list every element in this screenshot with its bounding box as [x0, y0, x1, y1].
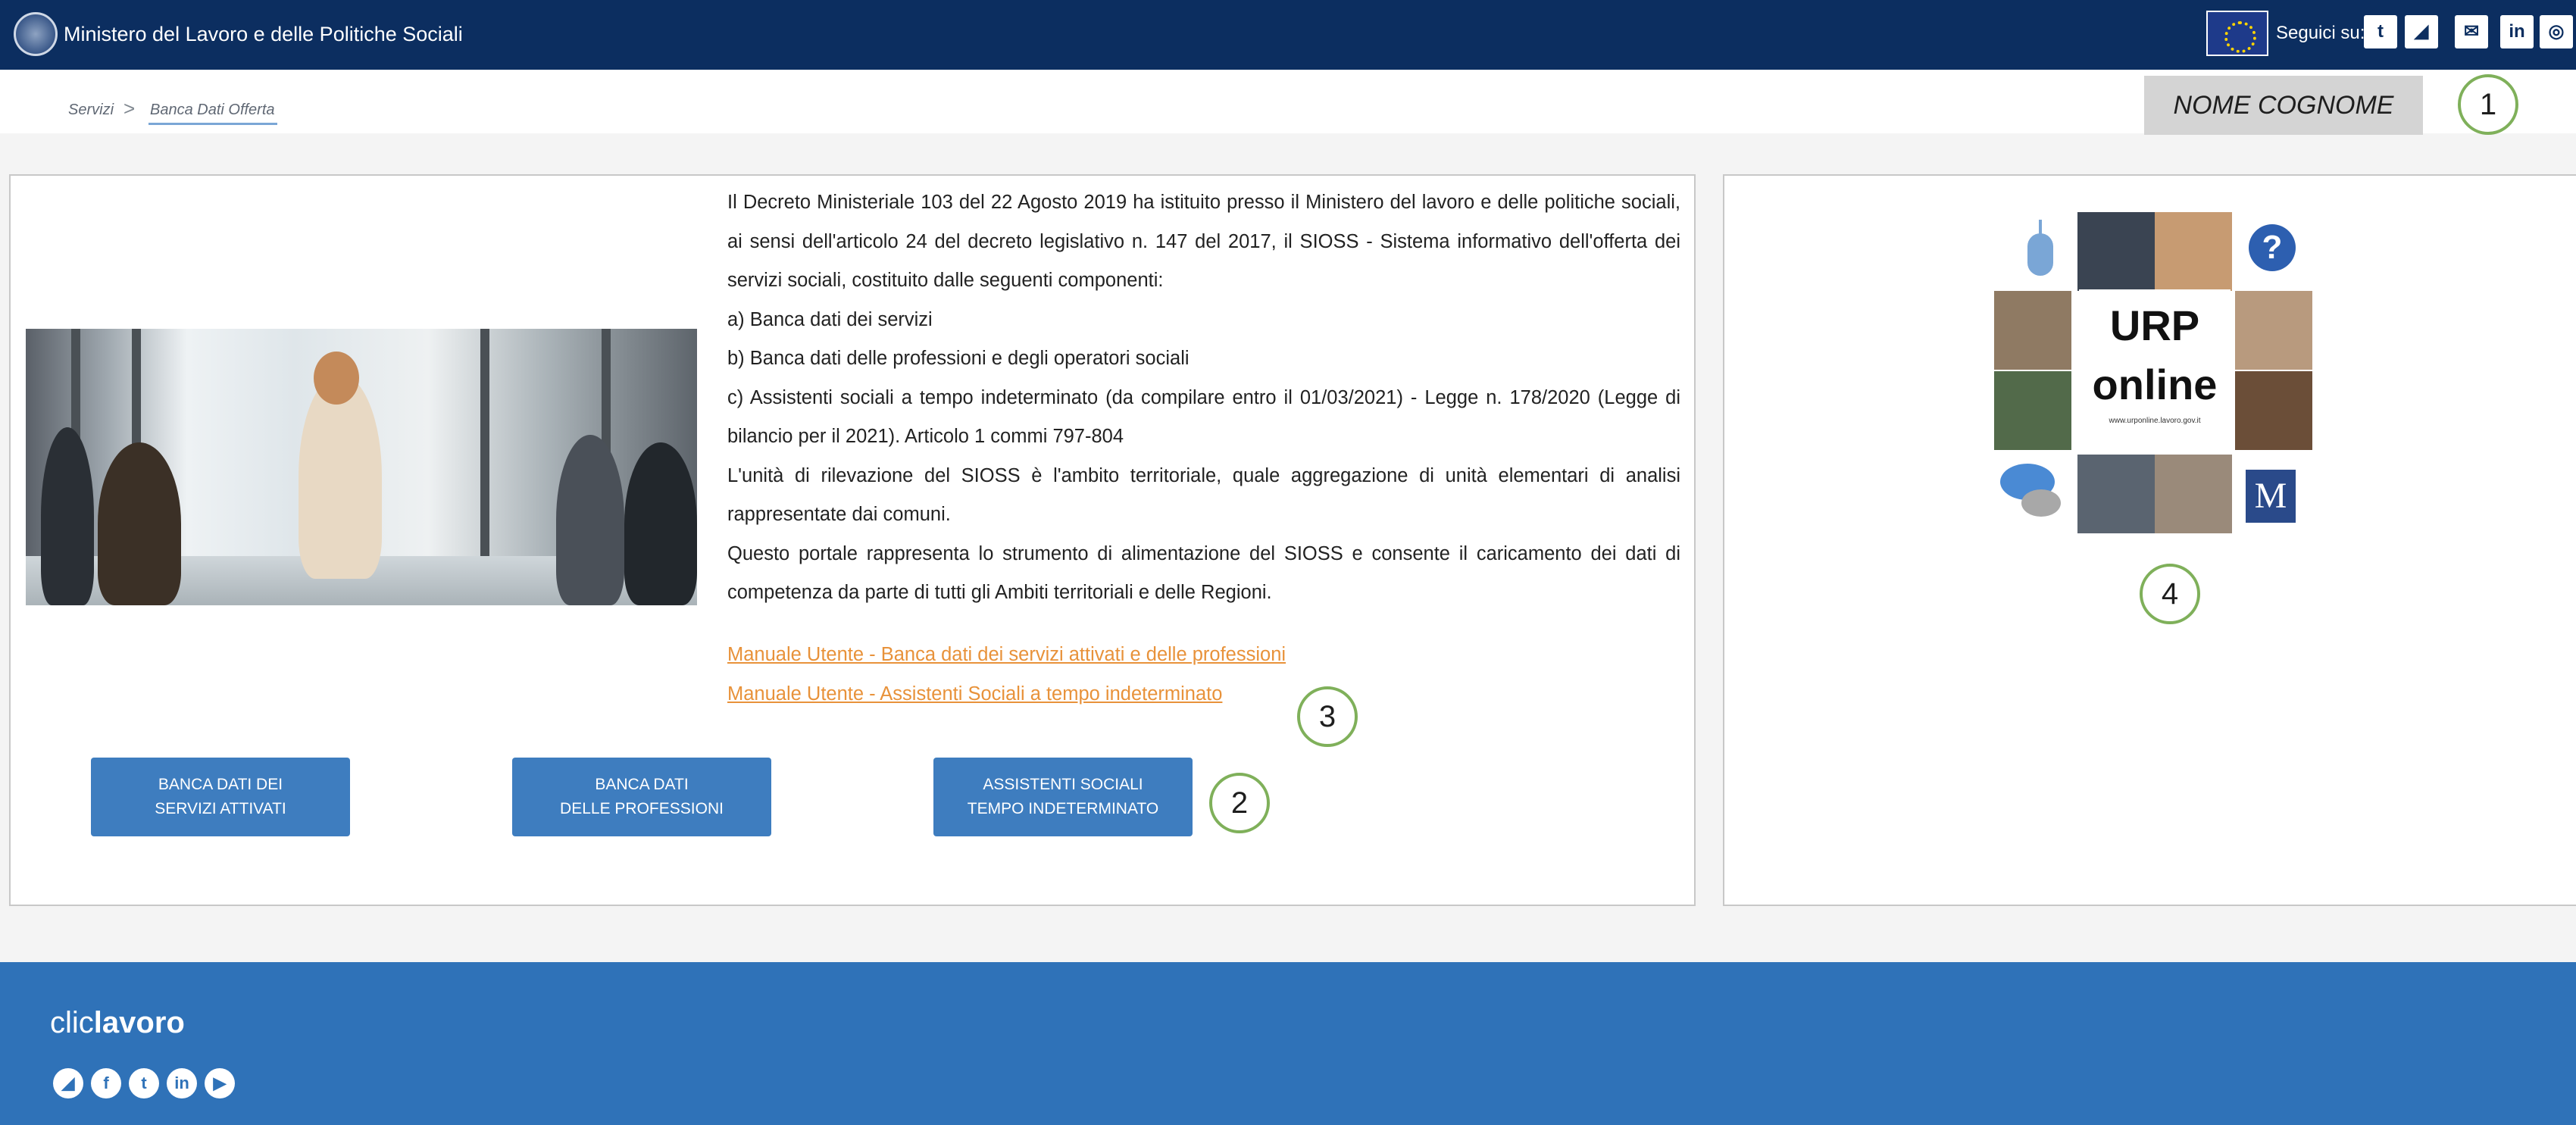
breadcrumb-underline — [148, 123, 277, 125]
instagram-icon[interactable]: ◎ — [2540, 15, 2573, 48]
breadcrumb-current[interactable]: Banca Dati Offerta — [150, 102, 275, 119]
rss-icon[interactable]: ◢ — [53, 1068, 83, 1098]
twitter-icon[interactable]: t — [129, 1068, 159, 1098]
user-name-box[interactable]: NOME COGNOME — [2144, 76, 2423, 135]
linkedin-icon[interactable]: in — [167, 1068, 197, 1098]
facebook-icon[interactable]: f — [91, 1068, 121, 1098]
eu-flag-icon — [2206, 11, 2268, 56]
urp-subtitle: online — [2092, 361, 2218, 408]
twitter-icon[interactable]: t — [2364, 15, 2397, 48]
button-label-line: Banca dati — [595, 776, 689, 793]
button-label-line: tempo indeterminato — [967, 800, 1159, 817]
breadcrumb-servizi[interactable]: Servizi — [68, 102, 114, 119]
chat-icon — [1994, 455, 2071, 533]
intro-text: Il Decreto Ministeriale 103 del 22 Agost… — [727, 183, 1680, 613]
callout-4: 4 — [2140, 564, 2200, 624]
m-logo-icon: M — [2232, 455, 2309, 533]
intro-item-c: c) Assistenti sociali a tempo indetermin… — [727, 386, 1680, 448]
footer: cliclavoro ◢ f t in ▶ — [0, 962, 2576, 1125]
callout-1: 1 — [2458, 74, 2518, 135]
button-label-line: servizi attivati — [155, 800, 286, 817]
manual-link-services[interactable]: Manuale Utente - Banca dati dei servizi … — [727, 644, 1286, 666]
rss-icon[interactable]: ◢ — [2405, 15, 2438, 48]
ministry-title[interactable]: Ministero del Lavoro e delle Politiche S… — [64, 23, 463, 46]
cliclavoro-logo[interactable]: cliclavoro — [50, 1006, 185, 1040]
callout-3: 3 — [1297, 686, 1358, 747]
intro-paragraph: Il Decreto Ministeriale 103 del 22 Agost… — [727, 192, 1680, 291]
breadcrumb-separator: > — [123, 97, 136, 120]
button-label-line: delle professioni — [560, 800, 724, 817]
republic-emblem-icon[interactable] — [14, 12, 58, 56]
question-icon: ? — [2232, 212, 2309, 291]
linkedin-icon[interactable]: in — [2500, 15, 2534, 48]
urp-url: www.urponline.lavoro.gov.it — [2109, 417, 2201, 425]
button-label-line: Banca dati dei — [158, 776, 283, 793]
mail-icon[interactable]: ✉ — [2455, 15, 2488, 48]
callout-2: 2 — [1209, 773, 1270, 833]
meeting-photo — [26, 329, 697, 605]
top-header: Ministero del Lavoro e delle Politiche S… — [0, 0, 2576, 70]
manual-link-assistenti[interactable]: Manuale Utente - Assistenti Sociali a te… — [727, 683, 1222, 705]
youtube-icon[interactable]: ▶ — [205, 1068, 235, 1098]
intro-paragraph: L'unità di rilevazione del SIOSS è l'amb… — [727, 464, 1680, 526]
intro-paragraph: Questo portale rappresenta lo strumento … — [727, 542, 1680, 604]
banca-dati-servizi-button[interactable]: Banca dati dei servizi attivati — [91, 758, 350, 836]
urp-center-label: URP online www.urponline.lavoro.gov.it — [2079, 289, 2231, 441]
intro-item-b: b) Banca dati delle professioni e degli … — [727, 348, 1190, 369]
button-label-line: Assistenti sociali — [983, 776, 1143, 793]
mouse-icon — [2000, 212, 2077, 291]
assistenti-sociali-button[interactable]: Assistenti sociali tempo indeterminato — [933, 758, 1193, 836]
brand-bold: lavoro — [93, 1006, 185, 1039]
follow-label: Seguici su: — [2276, 23, 2365, 43]
banca-dati-professioni-button[interactable]: Banca dati delle professioni — [512, 758, 771, 836]
intro-item-a: a) Banca dati dei servizi — [727, 308, 933, 330]
urp-title: URP — [2109, 302, 2200, 349]
brand-light: clic — [50, 1006, 94, 1039]
